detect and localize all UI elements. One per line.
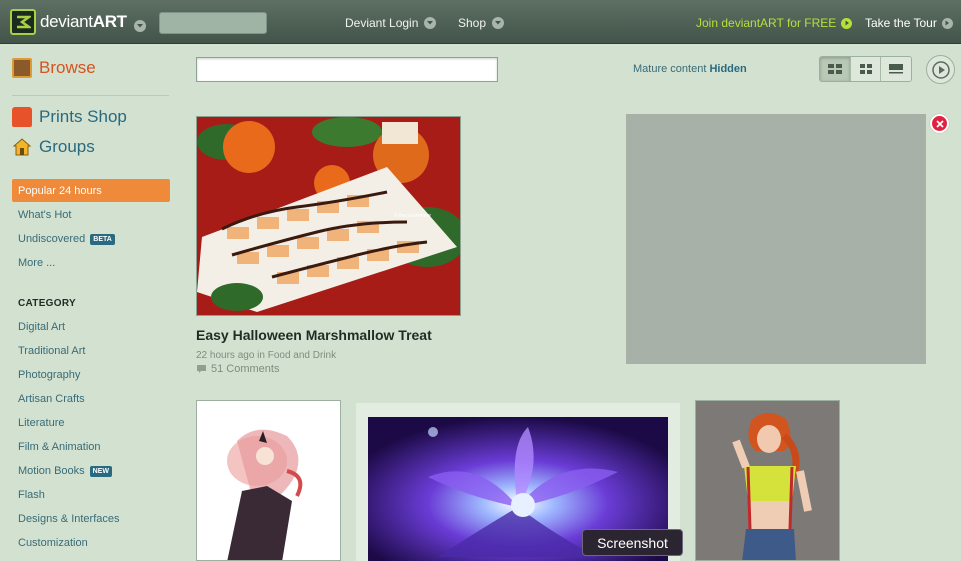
mature-content-value: Hidden [709, 63, 747, 75]
slideshow-button[interactable] [926, 55, 955, 84]
groups-label: Groups [39, 137, 95, 156]
screenshot-tooltip: Screenshot [582, 529, 683, 556]
chevron-down-icon [134, 20, 146, 32]
grid-view-icon [859, 64, 872, 74]
deviation-thumbnail-3[interactable] [695, 400, 840, 561]
full-view-button[interactable] [881, 57, 911, 81]
category-item-film-animation[interactable]: Film & Animation [18, 441, 101, 453]
undiscovered-label: Undiscovered [18, 233, 86, 245]
halloween-treat-image: © theresahelmer [197, 117, 460, 315]
logo-menu-chevron[interactable] [134, 16, 146, 34]
category-label: Film & Animation [18, 441, 101, 453]
prints-shop-label: Prints Shop [39, 107, 127, 126]
top-bar: deviantART Deviant Login Shop Join devia… [0, 0, 961, 44]
prints-shop-link[interactable]: Prints Shop [12, 107, 127, 127]
sidebar-item-undiscovered[interactable]: Undiscovered BETA [18, 233, 115, 245]
arrow-right-icon [841, 17, 853, 29]
cosplay-photo-image [696, 401, 839, 560]
illustration-image [197, 401, 340, 560]
logo-text: deviantART [40, 12, 127, 31]
list-view-icon [827, 64, 842, 74]
comment-icon [197, 365, 206, 373]
tour-label: Take the Tour [865, 16, 937, 30]
category-item-literature[interactable]: Literature [18, 417, 64, 429]
deviation-thumbnail-1[interactable] [196, 400, 341, 561]
featured-deviation-thumbnail[interactable]: © theresahelmer [196, 116, 461, 316]
deviant-login-menu[interactable]: Deviant Login [345, 16, 437, 30]
category-label: Customization [18, 537, 88, 549]
watermark-text: © theresahelmer [394, 212, 431, 219]
category-label: Motion Books [18, 465, 85, 477]
browse-search-input[interactable] [196, 57, 498, 82]
chevron-down-icon [424, 17, 437, 29]
shop-menu[interactable]: Shop [458, 16, 505, 30]
whats-hot-label: What's Hot [18, 209, 72, 221]
more-label: More ... [18, 257, 56, 269]
full-view-icon [889, 64, 904, 74]
category-label: Designs & Interfaces [18, 513, 120, 525]
join-link[interactable]: Join deviantART for FREE [696, 16, 853, 30]
category-heading: CATEGORY [18, 298, 76, 309]
join-label: Join deviantART for FREE [696, 16, 837, 30]
mature-content-label: Mature content [633, 63, 707, 75]
close-icon [935, 119, 944, 128]
mature-content-toggle[interactable]: Mature content Hidden [633, 63, 747, 75]
category-label: Photography [18, 369, 81, 381]
sidebar-item-popular-24-hours[interactable]: Popular 24 hours [12, 179, 170, 202]
sidebar-item-whats-hot[interactable]: What's Hot [18, 209, 71, 221]
advertisement-placeholder [626, 114, 926, 364]
arrow-right-icon [941, 17, 953, 29]
category-item-designs-interfaces[interactable]: Designs & Interfaces [18, 513, 120, 525]
category-item-traditional-art[interactable]: Traditional Art [18, 345, 85, 357]
category-label: Literature [18, 417, 65, 429]
featured-deviation-title[interactable]: Easy Halloween Marshmallow Treat [196, 327, 432, 343]
new-badge: NEW [89, 465, 112, 477]
popular-label: Popular 24 hours [18, 185, 102, 197]
comments-count: 51 Comments [211, 363, 280, 375]
featured-comments-link[interactable]: 51 Comments [196, 363, 279, 375]
list-view-button[interactable] [820, 57, 851, 81]
beta-badge: BETA [90, 233, 115, 245]
category-label: Flash [18, 489, 45, 501]
close-ad-button[interactable] [930, 114, 949, 133]
chevron-down-icon [492, 17, 505, 29]
view-mode-switcher [819, 56, 912, 82]
grid-view-button[interactable] [850, 57, 882, 81]
category-label: Traditional Art [18, 345, 86, 357]
category-item-customization[interactable]: Customization [18, 537, 88, 549]
browse-icon [12, 58, 32, 78]
deviantart-logo[interactable]: deviantART [10, 9, 127, 35]
category-label: Digital Art [18, 321, 66, 333]
shop-label: Shop [458, 16, 487, 30]
browse-link[interactable]: Browse [12, 58, 96, 78]
deviant-login-label: Deviant Login [345, 16, 419, 30]
play-icon [931, 60, 950, 79]
header-search-input[interactable] [159, 12, 267, 34]
sidebar-divider [12, 95, 169, 96]
deviantart-logo-icon [10, 9, 36, 35]
featured-deviation-meta: 22 hours ago in Food and Drink [196, 350, 337, 361]
category-item-digital-art[interactable]: Digital Art [18, 321, 65, 333]
sidebar-item-more[interactable]: More ... [18, 257, 55, 269]
groups-link[interactable]: Groups [12, 137, 95, 157]
take-tour-link[interactable]: Take the Tour [865, 16, 953, 30]
browse-label: Browse [39, 58, 96, 77]
category-label: Artisan Crafts [18, 393, 85, 405]
category-item-artisan-crafts[interactable]: Artisan Crafts [18, 393, 85, 405]
shopping-bag-icon [12, 107, 32, 127]
category-item-motion-books[interactable]: Motion Books NEW [18, 465, 112, 477]
category-item-photography[interactable]: Photography [18, 369, 80, 381]
category-item-flash[interactable]: Flash [18, 489, 45, 501]
house-icon [12, 137, 32, 157]
